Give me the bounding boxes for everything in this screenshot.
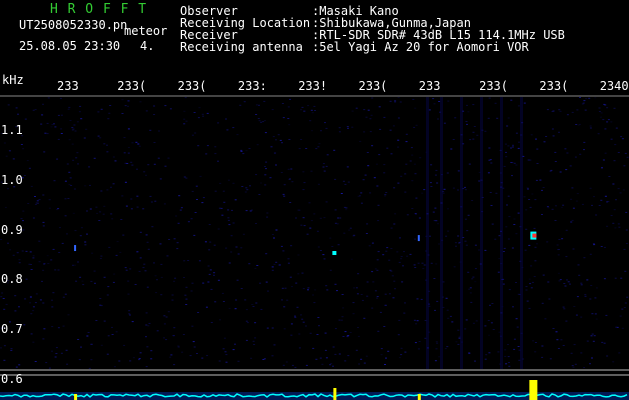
x-tick-label: 233	[418, 79, 441, 93]
signal-spike	[417, 394, 421, 400]
x-tick-label: 233!	[298, 79, 328, 93]
x-tick-label: 233:	[237, 79, 267, 93]
datetime: 25.08.05 23:30	[19, 39, 121, 53]
signal-spike	[74, 394, 78, 400]
y-tick-label: 1.0	[1, 172, 23, 187]
filename: UT2508052330.pn	[19, 18, 128, 32]
signal-spike	[333, 388, 337, 400]
x-tick-label: 233(	[479, 79, 508, 93]
x-tick-label: 233(	[539, 79, 569, 93]
x-tick-label: 2340	[599, 79, 629, 93]
meteor-label: meteor	[124, 24, 168, 38]
app-title: H R O F F T	[50, 2, 148, 17]
y-axis-unit: kHz	[2, 73, 24, 87]
signal-spike	[529, 380, 538, 400]
y-tick-label: 0.6	[1, 372, 23, 386]
antenna-value: :5el Yagi Az 20 for Aomori VOR	[312, 40, 529, 54]
y-tick-label: 0.9	[1, 222, 23, 237]
y-tick-label: 0.8	[1, 272, 23, 287]
x-tick-label: 233(	[117, 79, 147, 93]
antenna-label: Receiving antenna	[180, 40, 303, 54]
x-tick-label: 233(	[358, 79, 388, 93]
meteor-echo	[417, 235, 420, 242]
x-tick-label: 233(	[177, 79, 207, 93]
meteor-echo	[74, 245, 77, 252]
x-tick-label: 233	[57, 79, 79, 93]
meteor-echo	[332, 251, 337, 256]
meteor-echo	[530, 231, 537, 240]
y-tick-label: 0.7	[1, 322, 23, 337]
y-tick-label: 1.1	[1, 123, 23, 137]
count: 4.	[140, 39, 155, 53]
spectrogram-canvas	[0, 0, 629, 400]
